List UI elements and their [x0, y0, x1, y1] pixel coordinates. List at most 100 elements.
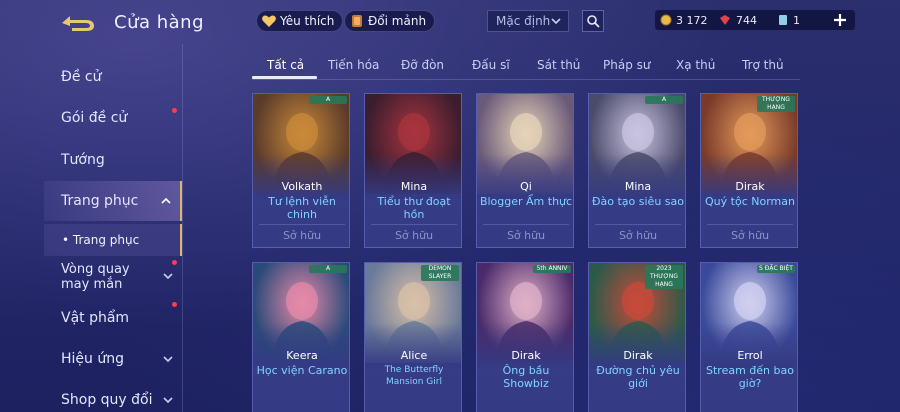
voucher-amount: 1 — [793, 13, 800, 27]
gem-amount: 744 — [736, 13, 757, 27]
sidebar-item-label: Vật phẩm — [61, 310, 130, 326]
sidebar-item-label: Tướng — [61, 152, 105, 168]
skin-name: Blogger Ẩm thực — [479, 195, 573, 208]
tab-evolution[interactable]: Tiến hóa — [328, 58, 379, 72]
hero-name: Volkath — [281, 180, 323, 193]
gold-coin-icon — [660, 14, 672, 26]
sidebar-subitem-skins[interactable]: • Trang phục — [44, 224, 182, 256]
back-button[interactable] — [60, 12, 98, 34]
notification-dot — [172, 260, 177, 265]
skin-card[interactable]: 2023 THƯỢNG HẠNG Dirak Đường chủ yêu giới — [588, 262, 686, 412]
hero-name: Alice — [400, 349, 428, 362]
skin-tier-badge: A — [309, 265, 347, 273]
owned-status: Sở hữu — [282, 229, 322, 242]
gem-currency: 744 — [718, 10, 757, 30]
card-divider — [483, 224, 569, 225]
tab-tank[interactable]: Đỡ đòn — [401, 58, 444, 72]
chevron-up-icon — [160, 195, 172, 211]
owned-status: Sở hữu — [618, 229, 658, 242]
skin-tier-badge: 5th ANNIV — [533, 265, 571, 273]
back-arrow-icon — [62, 16, 94, 31]
hero-name: Mina — [624, 180, 652, 193]
heart-icon — [261, 13, 277, 29]
voucher-currency: 1 — [777, 10, 800, 30]
hero-name: Dirak — [511, 349, 541, 362]
sidebar-item-label: Vòng quay may mắn — [61, 262, 130, 292]
skin-name: Quý tộc Norman — [705, 195, 795, 208]
skin-card[interactable]: A Mina Đào tạo siêu sao Sở hữu — [588, 93, 686, 248]
skin-card[interactable]: Mina Tiểu thư đoạt hồn Sở hữu — [364, 93, 462, 248]
favorite-label: Yêu thích — [280, 14, 335, 28]
skin-card[interactable]: Qi Blogger Ẩm thực Sở hữu — [476, 93, 574, 248]
sidebar-item-label: Trang phục — [61, 193, 139, 209]
sidebar-item-label: Hiệu ứng — [61, 351, 124, 367]
skin-card[interactable]: THƯỢNG HẠNG Dirak Quý tộc Norman Sở hữu — [700, 93, 798, 248]
active-tab-indicator — [252, 76, 317, 79]
sidebar-item-exchange-shop[interactable]: Shop quy đổi — [44, 380, 182, 412]
hero-name: Qi — [520, 180, 532, 193]
sidebar-item-heroes[interactable]: Tướng — [44, 140, 182, 180]
ruby-icon — [720, 15, 730, 25]
shard-icon — [349, 13, 365, 29]
hero-name: Dirak — [623, 349, 653, 362]
skin-tier-badge: A — [645, 96, 683, 104]
tab-fighter[interactable]: Đấu sĩ — [472, 58, 510, 72]
sort-value: Mặc định — [496, 14, 551, 28]
search-icon — [587, 15, 600, 28]
plus-icon — [834, 14, 846, 26]
notification-dot — [172, 302, 177, 307]
sidebar-item-items[interactable]: Vật phẩm — [44, 298, 182, 338]
tab-marksman[interactable]: Xạ thủ — [676, 58, 715, 72]
skin-name: The Butterfly Mansion Girl — [384, 365, 444, 387]
sidebar-item-skins[interactable]: Trang phục — [44, 181, 182, 221]
skin-name: Tư lệnh viễn chinh — [268, 195, 336, 221]
top-bar: Cửa hàng Yêu thích Đổi mảnh Mặc định 3 1… — [0, 0, 900, 44]
gold-currency: 3 172 — [660, 10, 708, 30]
favorite-button[interactable]: Yêu thích — [256, 10, 344, 32]
owned-status: Sở hữu — [394, 229, 434, 242]
category-tabs: Tất cả Tiến hóa Đỡ đòn Đấu sĩ Sát thủ Ph… — [252, 52, 800, 80]
skin-name: Đường chủ yêu giới — [596, 364, 680, 390]
skin-card[interactable]: S ĐẶC BIỆT Errol Stream đến bao giờ? — [700, 262, 798, 412]
tab-assassin[interactable]: Sát thủ — [537, 58, 580, 72]
sidebar-item-lucky-spin[interactable]: Vòng quay may mắn — [44, 258, 182, 296]
chevron-down-icon — [162, 270, 174, 286]
card-divider — [707, 224, 793, 225]
skin-name: Học viện Carano — [256, 364, 348, 377]
add-currency-button[interactable] — [832, 10, 848, 30]
sidebar-item-effects[interactable]: Hiệu ứng — [44, 339, 182, 379]
owned-status: Sở hữu — [730, 229, 770, 242]
notification-dot — [172, 108, 177, 113]
skin-card[interactable]: DEMON SLAYER Alice The Butterfly Mansion G… — [364, 262, 462, 412]
hero-name: Mina — [400, 180, 428, 193]
skin-tier-badge: THƯỢNG HẠNG — [757, 96, 795, 112]
card-divider — [371, 224, 457, 225]
chevron-down-icon — [550, 15, 562, 30]
sidebar-item-recommended-bundles[interactable]: Gói đề cử — [44, 98, 182, 138]
owned-status: Sở hữu — [506, 229, 546, 242]
sort-select[interactable]: Mặc định — [487, 10, 569, 32]
skin-name: Tiểu thư đoạt hồn — [377, 195, 451, 221]
skin-card[interactable]: A Keera Học viện Carano — [252, 262, 350, 412]
skin-tier-badge: DEMON SLAYER — [421, 265, 459, 281]
exchange-shards-button[interactable]: Đổi mảnh — [344, 10, 436, 32]
skin-name: Stream đến bao giờ? — [706, 364, 794, 390]
sidebar-divider — [182, 44, 183, 412]
hero-name: Dirak — [735, 180, 765, 193]
tab-mage[interactable]: Pháp sư — [603, 58, 650, 72]
skin-card[interactable]: 5th ANNIV Dirak Ông bầu Showbiz — [476, 262, 574, 412]
page-title: Cửa hàng — [114, 12, 205, 33]
skin-tier-badge: A — [309, 96, 347, 104]
hero-name: Errol — [737, 349, 763, 362]
sidebar-item-label: Shop quy đổi — [61, 392, 153, 408]
tab-support[interactable]: Trợ thủ — [742, 58, 784, 72]
chevron-down-icon — [162, 394, 174, 410]
search-button[interactable] — [582, 10, 604, 32]
skin-card[interactable]: A Volkath Tư lệnh viễn chinh Sở hữu — [252, 93, 350, 248]
tab-all[interactable]: Tất cả — [267, 58, 304, 72]
card-divider — [259, 224, 345, 225]
chevron-down-icon — [162, 353, 174, 369]
sidebar-item-label: Đề cử — [61, 69, 102, 85]
sidebar-item-label: Gói đề cử — [61, 110, 128, 126]
sidebar-item-recommended[interactable]: Đề cử — [44, 57, 182, 97]
